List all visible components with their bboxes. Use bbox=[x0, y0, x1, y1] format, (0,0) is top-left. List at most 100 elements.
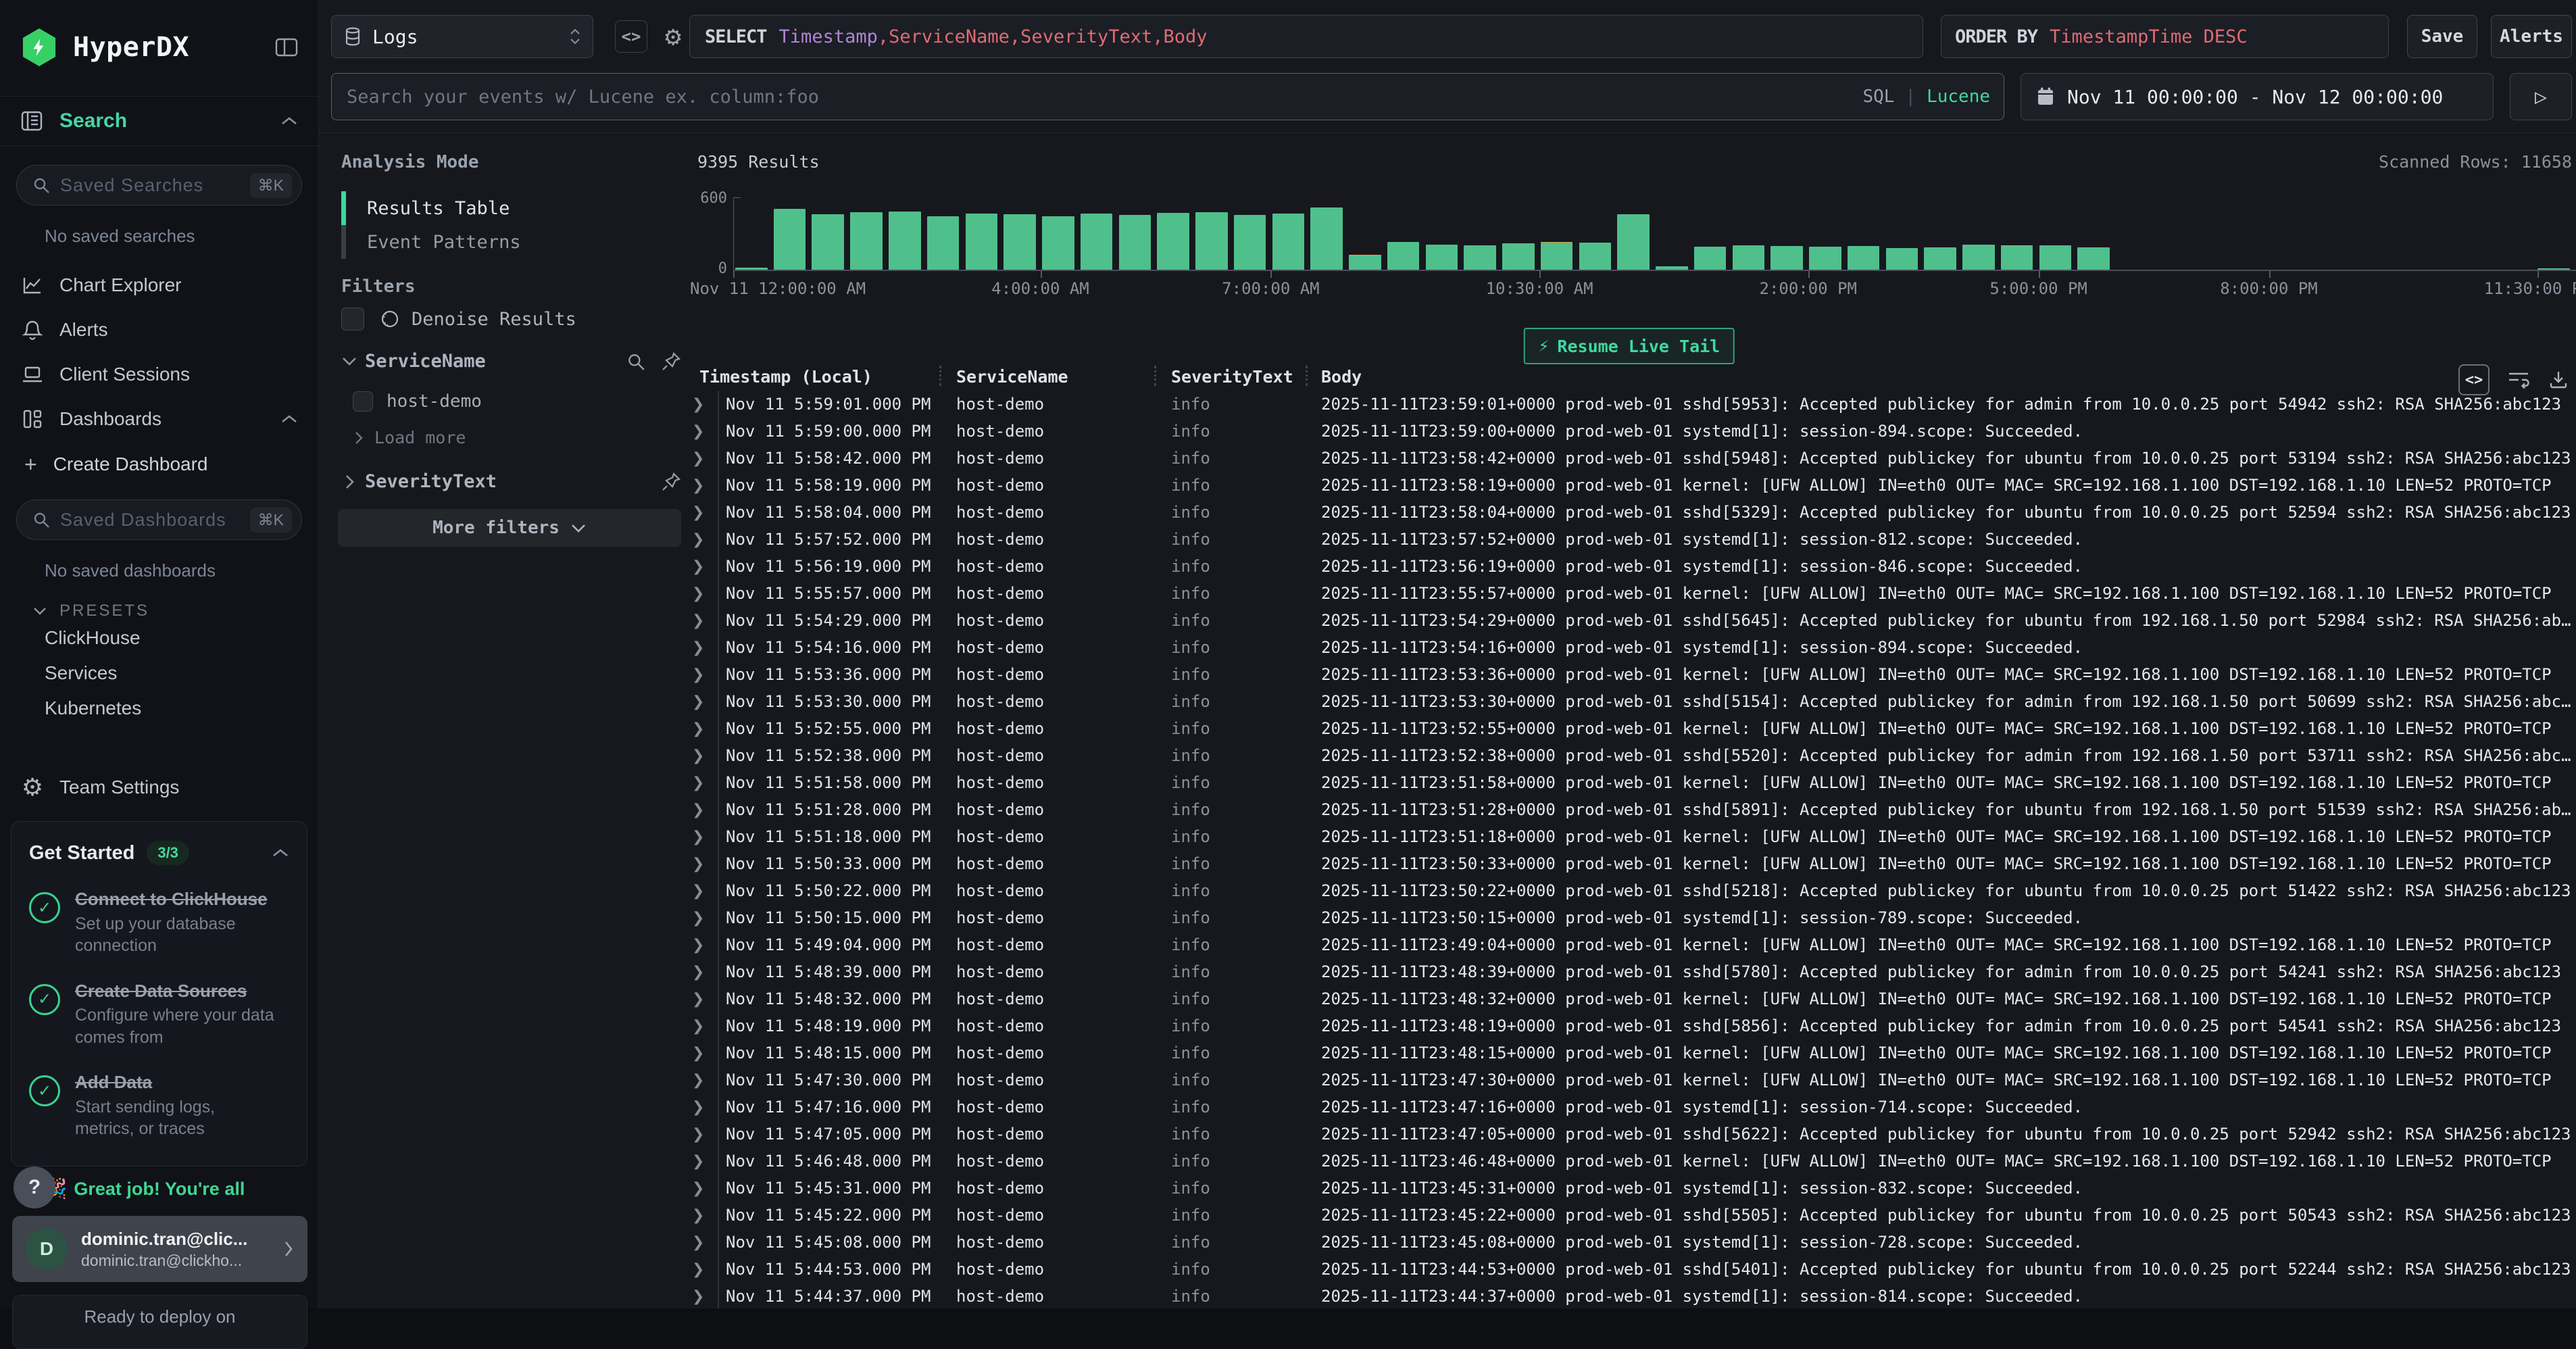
column-header-severitytext[interactable]: SeverityText bbox=[1171, 367, 1321, 387]
filter-group-servicename[interactable]: ServiceName bbox=[338, 351, 681, 372]
orderby-clause-input[interactable]: ORDER BY TimestampTime DESC bbox=[1941, 15, 2389, 58]
table-row[interactable]: Nov 11 5:50:33.000 PM host-demo info 202… bbox=[683, 850, 2576, 877]
row-expand-chevron[interactable] bbox=[683, 396, 718, 413]
row-expand-chevron[interactable] bbox=[683, 1126, 718, 1143]
get-started-item[interactable]: ✓ Create Data Sources Configure where yo… bbox=[29, 980, 289, 1049]
table-row[interactable]: Nov 11 5:53:36.000 PM host-demo info 202… bbox=[683, 661, 2576, 688]
search-input[interactable]: Search your events w/ Lucene ex. column:… bbox=[331, 73, 2004, 120]
histogram-bar[interactable] bbox=[812, 197, 844, 270]
table-row[interactable]: Nov 11 5:55:57.000 PM host-demo info 202… bbox=[683, 580, 2576, 607]
table-row[interactable]: Nov 11 5:58:04.000 PM host-demo info 202… bbox=[683, 499, 2576, 526]
row-expand-chevron[interactable] bbox=[683, 1153, 718, 1170]
table-row[interactable]: Nov 11 5:51:58.000 PM host-demo info 202… bbox=[683, 769, 2576, 796]
column-header-body[interactable]: Body bbox=[1321, 367, 2576, 387]
table-row[interactable]: Nov 11 5:49:04.000 PM host-demo info 202… bbox=[683, 931, 2576, 958]
table-row[interactable]: Nov 11 5:52:55.000 PM host-demo info 202… bbox=[683, 715, 2576, 742]
column-resize-handle[interactable] bbox=[1154, 366, 1156, 386]
row-expand-chevron[interactable] bbox=[683, 720, 718, 737]
row-expand-chevron[interactable] bbox=[683, 1288, 718, 1305]
chevron-up-icon[interactable] bbox=[280, 414, 298, 424]
chevron-up-icon[interactable] bbox=[272, 848, 289, 858]
table-row[interactable]: Nov 11 5:59:01.000 PM host-demo info 202… bbox=[683, 391, 2576, 418]
row-expand-chevron[interactable] bbox=[683, 585, 718, 602]
sidebar-item-alerts[interactable]: Alerts bbox=[0, 308, 318, 352]
row-expand-chevron[interactable] bbox=[683, 991, 718, 1008]
row-expand-chevron[interactable] bbox=[683, 612, 718, 629]
row-expand-chevron[interactable] bbox=[683, 1018, 718, 1035]
histogram-bar[interactable] bbox=[2001, 197, 2033, 270]
row-expand-chevron[interactable] bbox=[683, 802, 718, 818]
row-expand-chevron[interactable] bbox=[683, 937, 718, 954]
row-expand-chevron[interactable] bbox=[683, 1072, 718, 1089]
create-dashboard-button[interactable]: + Create Dashboard bbox=[0, 441, 318, 481]
column-header-servicename[interactable]: ServiceName bbox=[956, 367, 1171, 387]
search-icon[interactable] bbox=[626, 351, 646, 372]
table-row[interactable]: Nov 11 5:58:19.000 PM host-demo info 202… bbox=[683, 472, 2576, 499]
row-expand-chevron[interactable] bbox=[683, 829, 718, 845]
row-expand-chevron[interactable] bbox=[683, 775, 718, 791]
row-expand-chevron[interactable] bbox=[683, 1234, 718, 1251]
get-started-item[interactable]: ✓ Connect to ClickHouse Set up your data… bbox=[29, 888, 289, 957]
row-expand-chevron[interactable] bbox=[683, 1099, 718, 1116]
help-button[interactable]: ? bbox=[14, 1167, 55, 1208]
row-expand-chevron[interactable] bbox=[683, 423, 718, 440]
sidebar-collapse-icon[interactable] bbox=[275, 37, 298, 57]
sidebar-item-search[interactable]: Search bbox=[0, 96, 318, 146]
row-expand-chevron[interactable] bbox=[683, 856, 718, 873]
row-expand-chevron[interactable] bbox=[683, 558, 718, 575]
analysis-mode-option[interactable]: Results Table bbox=[341, 191, 685, 225]
histogram-bar[interactable] bbox=[2461, 197, 2494, 270]
histogram-bar[interactable] bbox=[1962, 197, 1995, 270]
histogram-bar[interactable] bbox=[2346, 197, 2379, 270]
source-select[interactable]: Logs bbox=[331, 15, 593, 58]
edit-sql-icon-button[interactable]: <> bbox=[615, 20, 647, 53]
histogram-bar[interactable] bbox=[2537, 197, 2570, 270]
histogram-bar[interactable] bbox=[2423, 197, 2455, 270]
analysis-mode-option[interactable]: Event Patterns bbox=[341, 225, 685, 259]
column-resize-handle[interactable] bbox=[939, 366, 941, 386]
histogram-bar[interactable] bbox=[1042, 197, 1074, 270]
sidebar-item-dashboards[interactable]: Dashboards bbox=[0, 397, 318, 441]
time-range-picker[interactable]: Nov 11 00:00:00 - Nov 12 00:00:00 bbox=[2021, 73, 2494, 120]
row-expand-chevron[interactable] bbox=[683, 964, 718, 981]
histogram-bar[interactable] bbox=[1733, 197, 1765, 270]
filter-group-severitytext[interactable]: SeverityText bbox=[338, 471, 681, 492]
saved-dashboards-input[interactable]: Saved Dashboards ⌘K bbox=[16, 499, 302, 540]
table-row[interactable]: Nov 11 5:52:38.000 PM host-demo info 202… bbox=[683, 742, 2576, 769]
select-clause-input[interactable]: SELECT Timestamp ,ServiceName,SeverityTe… bbox=[689, 15, 1923, 58]
table-row[interactable]: Nov 11 5:48:32.000 PM host-demo info 202… bbox=[683, 985, 2576, 1012]
histogram-bar[interactable] bbox=[2500, 197, 2532, 270]
run-query-button[interactable]: ▷ bbox=[2510, 73, 2572, 120]
table-row[interactable]: Nov 11 5:54:29.000 PM host-demo info 202… bbox=[683, 607, 2576, 634]
pin-icon[interactable] bbox=[661, 351, 681, 372]
table-row[interactable]: Nov 11 5:57:52.000 PM host-demo info 202… bbox=[683, 526, 2576, 553]
table-row[interactable]: Nov 11 5:58:42.000 PM host-demo info 202… bbox=[683, 445, 2576, 472]
histogram-bar[interactable] bbox=[1617, 197, 1650, 270]
table-row[interactable]: Nov 11 5:46:48.000 PM host-demo info 202… bbox=[683, 1148, 2576, 1175]
table-row[interactable]: Nov 11 5:51:28.000 PM host-demo info 202… bbox=[683, 796, 2576, 823]
table-row[interactable]: Nov 11 5:44:53.000 PM host-demo info 202… bbox=[683, 1256, 2576, 1283]
language-toggle-sql[interactable]: SQL bbox=[1862, 87, 1894, 107]
histogram-bar[interactable] bbox=[1464, 197, 1496, 270]
source-settings-gear-icon[interactable]: ⚙ bbox=[657, 20, 689, 53]
histogram-bar[interactable] bbox=[1770, 197, 1803, 270]
histogram-bar[interactable] bbox=[1387, 197, 1420, 270]
histogram-bar[interactable] bbox=[2384, 197, 2417, 270]
table-row[interactable]: Nov 11 5:47:05.000 PM host-demo info 202… bbox=[683, 1121, 2576, 1148]
table-row[interactable]: Nov 11 5:45:22.000 PM host-demo info 202… bbox=[683, 1202, 2576, 1229]
row-expand-chevron[interactable] bbox=[683, 747, 718, 764]
sidebar-item-chart-explorer[interactable]: Chart Explorer bbox=[0, 263, 318, 308]
histogram-bar[interactable] bbox=[1809, 197, 1841, 270]
filter-option-host-demo[interactable]: host-demo bbox=[353, 391, 482, 412]
histogram-bar[interactable] bbox=[927, 197, 960, 270]
sidebar-item-client-sessions[interactable]: Client Sessions bbox=[0, 352, 318, 397]
row-expand-chevron[interactable] bbox=[683, 1045, 718, 1062]
table-row[interactable]: Nov 11 5:53:30.000 PM host-demo info 202… bbox=[683, 688, 2576, 715]
histogram-bar[interactable] bbox=[2077, 197, 2110, 270]
checkbox[interactable] bbox=[341, 308, 364, 330]
histogram-bar[interactable] bbox=[2308, 197, 2340, 270]
preset-dashboard-item[interactable]: ClickHouse bbox=[0, 620, 318, 656]
table-row[interactable]: Nov 11 5:47:16.000 PM host-demo info 202… bbox=[683, 1094, 2576, 1121]
histogram-bar[interactable] bbox=[1924, 197, 1956, 270]
table-row[interactable]: Nov 11 5:54:16.000 PM host-demo info 202… bbox=[683, 634, 2576, 661]
